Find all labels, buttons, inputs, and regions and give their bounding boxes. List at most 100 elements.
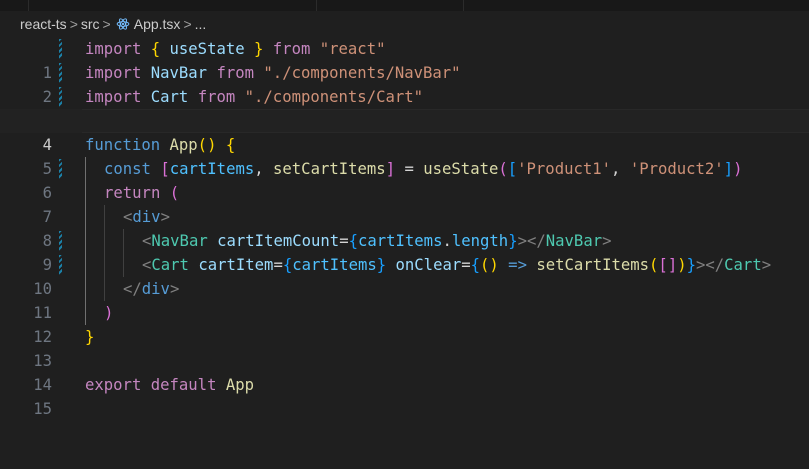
token: Cart [150, 88, 189, 106]
token: } [376, 256, 387, 274]
code-editor[interactable]: 1 import { useState } from "react" 2 imp… [0, 37, 809, 418]
code-line[interactable]: 3 import Cart from "./components/Cart" [0, 85, 809, 130]
line-content: const [cartItems, setCartItems] = useSta… [104, 157, 742, 181]
token: cartItemCount [217, 232, 340, 250]
code-line[interactable]: 16 [0, 397, 809, 405]
chevron-right-icon: > [69, 16, 78, 32]
token: { [282, 256, 293, 274]
token: ></ [695, 256, 725, 274]
breadcrumb-item-file[interactable]: App.tsx [134, 16, 181, 32]
code-line-active[interactable]: 4 [0, 109, 809, 154]
code-line[interactable]: 7 return ( [0, 181, 809, 226]
token: { [150, 40, 161, 58]
breadcrumb-item-src[interactable]: src [81, 16, 100, 32]
indent-guide [85, 157, 86, 181]
token: div [132, 208, 161, 226]
token: () [480, 256, 499, 274]
token: setCartItems [536, 256, 650, 274]
token: from [272, 40, 311, 58]
code-line[interactable]: 6 const [cartItems, setCartItems] = useS… [0, 157, 809, 202]
token: ( [169, 184, 180, 202]
token: > [169, 280, 180, 298]
modified-line-indicator[interactable] [59, 39, 62, 59]
modified-line-indicator[interactable] [59, 255, 62, 275]
line-content: import NavBar from "./components/NavBar" [85, 61, 461, 85]
chevron-right-icon: > [102, 16, 111, 32]
indent-guide [104, 253, 105, 277]
token: NavBar [151, 232, 208, 250]
token: { [348, 232, 358, 250]
token: { [470, 256, 481, 274]
modified-line-indicator[interactable] [59, 231, 62, 251]
token: , [254, 160, 264, 178]
token: < [142, 232, 152, 250]
code-line[interactable]: 15 export default App [0, 373, 809, 418]
token: setCartItems [273, 160, 386, 178]
token: , [611, 160, 630, 178]
modified-line-indicator[interactable] [59, 159, 62, 179]
code-line[interactable]: 5 function App() { [0, 133, 809, 178]
token: import [85, 40, 142, 58]
code-line[interactable]: 10 <Cart cartItem={cartItems} onClear={(… [0, 253, 809, 298]
breadcrumb-item-folder[interactable]: react-ts [20, 16, 67, 32]
token: NavBar [150, 64, 208, 82]
token: App [169, 136, 198, 154]
line-content: } [85, 325, 94, 349]
token: [ [658, 256, 668, 274]
modified-line-indicator[interactable] [59, 63, 62, 83]
token: ] [667, 256, 678, 274]
token: < [142, 256, 152, 274]
modified-line-indicator[interactable] [59, 87, 62, 107]
token: import [85, 64, 142, 82]
code-line[interactable]: 12 ) [0, 301, 809, 346]
tab-divider [463, 0, 464, 11]
token: = [395, 160, 424, 178]
token: } [254, 40, 264, 58]
line-content: return ( [104, 181, 179, 205]
token: ) [677, 256, 687, 274]
token: Cart [724, 256, 762, 274]
react-icon [116, 17, 130, 32]
code-line[interactable]: 8 <div> [0, 205, 809, 250]
token: = [339, 232, 349, 250]
line-content: function App() { [85, 133, 235, 157]
token: useState [423, 160, 499, 178]
token: ] [723, 160, 734, 178]
token: cartItem [198, 256, 274, 274]
token: cartItems [292, 256, 377, 274]
token: cartItems [357, 232, 443, 250]
line-content: <NavBar cartItemCount={cartItems.length}… [142, 229, 612, 253]
code-line[interactable]: 1 import { useState } from "react" [0, 37, 809, 82]
breadcrumb-item-symbols[interactable]: ... [195, 16, 207, 32]
token: Cart [151, 256, 189, 274]
tab-divider [28, 0, 29, 11]
code-line[interactable]: 2 import NavBar from "./components/NavBa… [0, 61, 809, 106]
indent-guide [104, 229, 105, 253]
indent-guide [123, 229, 124, 253]
token: ) [104, 304, 114, 322]
token: [ [160, 160, 170, 178]
token: . [442, 232, 452, 250]
code-line[interactable]: 11 </div> [0, 277, 809, 322]
code-line[interactable]: 9 <NavBar cartItemCount={cartItems.lengt… [0, 229, 809, 274]
token: > [602, 232, 612, 250]
token: return [104, 184, 161, 202]
indent-guide [85, 229, 86, 253]
token: length [451, 232, 509, 250]
line-content: export default App [85, 373, 254, 397]
token: { [225, 136, 236, 154]
code-line[interactable]: 14 [0, 349, 809, 394]
token: ></ [517, 232, 546, 250]
token: from [216, 64, 255, 82]
token: function [85, 136, 161, 154]
code-line[interactable]: 13 } [0, 325, 809, 370]
